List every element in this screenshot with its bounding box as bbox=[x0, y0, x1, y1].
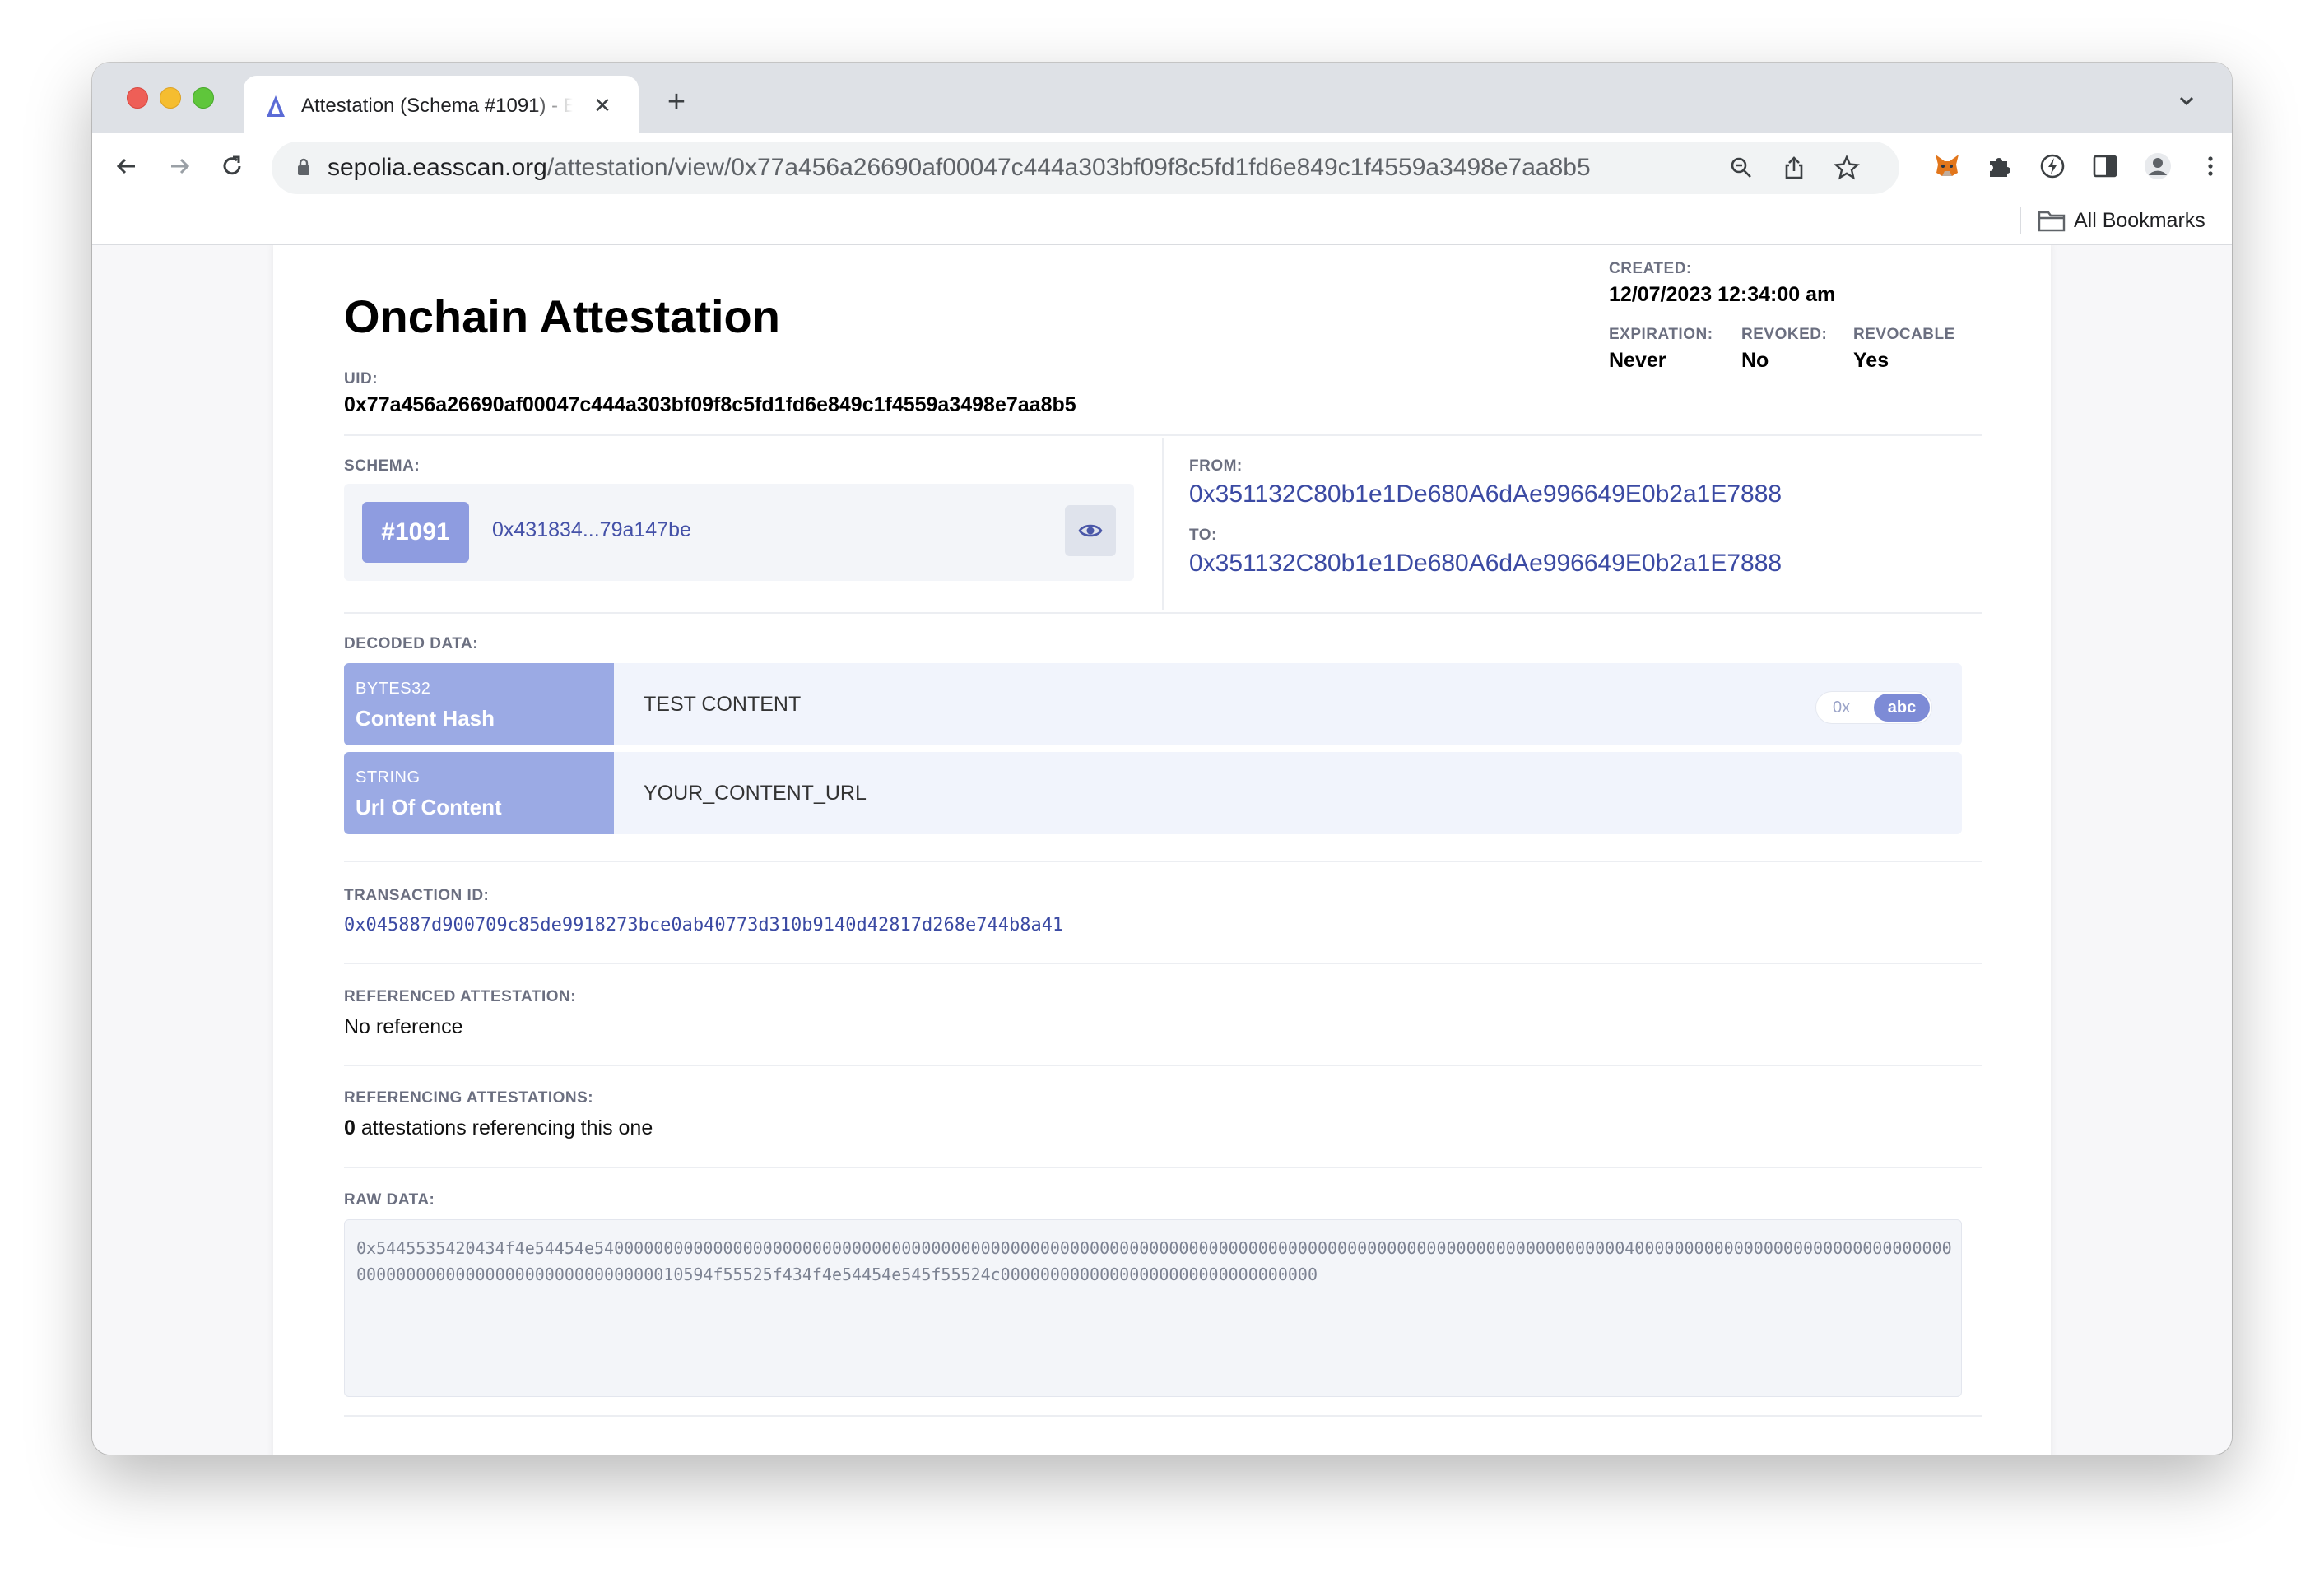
column-divider bbox=[1162, 438, 1164, 610]
eas-favicon bbox=[267, 95, 285, 117]
hex-text-toggle[interactable]: 0x abc bbox=[1815, 691, 1932, 724]
tab-strip: Attestation (Schema #1091) - EAS ✕ + bbox=[92, 63, 2232, 135]
schema-id-badge[interactable]: #1091 bbox=[362, 502, 469, 563]
uid-label: UID: bbox=[344, 370, 379, 388]
url-text[interactable]: sepolia.easscan.org/attestation/view/0x7… bbox=[328, 153, 1591, 183]
referencing-count: 0 bbox=[344, 1116, 356, 1139]
referencing-attestations-value: 0 attestations referencing this one bbox=[344, 1116, 653, 1140]
all-bookmarks-link[interactable]: All Bookmarks bbox=[2074, 207, 2205, 234]
divider bbox=[344, 434, 1982, 436]
browser-toolbar: sepolia.easscan.org/attestation/view/0x7… bbox=[92, 133, 2232, 199]
field-type: STRING bbox=[356, 768, 421, 787]
created-label: CREATED: bbox=[1609, 260, 1692, 277]
divider bbox=[344, 1065, 1982, 1066]
decoded-row-url-of-content: STRING Url Of Content YOUR_CONTENT_URL bbox=[344, 752, 1962, 834]
close-tab-icon[interactable]: ✕ bbox=[589, 92, 616, 118]
expiration-value: Never bbox=[1609, 349, 1666, 372]
lock-icon[interactable] bbox=[296, 158, 311, 176]
referenced-attestation-label: REFERENCED ATTESTATION: bbox=[344, 988, 577, 1005]
raw-data-label: RAW DATA: bbox=[344, 1191, 435, 1209]
forward-arrow-icon[interactable] bbox=[163, 150, 196, 183]
decoded-data-label: DECODED DATA: bbox=[344, 635, 479, 652]
url-host: sepolia.easscan.org bbox=[328, 154, 547, 181]
browser-window: Attestation (Schema #1091) - EAS ✕ + sep… bbox=[92, 63, 2232, 1455]
chevron-down-icon[interactable] bbox=[2174, 89, 2199, 114]
toggle-abc-option[interactable]: abc bbox=[1874, 694, 1930, 722]
field-name: Content Hash bbox=[356, 706, 495, 731]
folder-icon[interactable] bbox=[2038, 209, 2066, 232]
type-cell: STRING Url Of Content bbox=[344, 752, 614, 834]
share-icon[interactable] bbox=[1781, 155, 1807, 181]
uid-value: 0x77a456a26690af00047c444a303bf09f8c5fd1… bbox=[344, 393, 1076, 416]
schema-label: SCHEMA: bbox=[344, 457, 421, 475]
view-schema-button[interactable] bbox=[1065, 505, 1116, 556]
referenced-attestation-value: No reference bbox=[344, 1015, 463, 1038]
side-panel-icon[interactable] bbox=[2090, 151, 2120, 181]
bookmarks-divider bbox=[2020, 207, 2021, 234]
tab-attestation[interactable]: Attestation (Schema #1091) - EAS ✕ bbox=[244, 76, 639, 135]
divider bbox=[344, 963, 1982, 964]
divider bbox=[344, 1167, 1982, 1168]
schema-hash-link[interactable]: 0x431834...79a147be bbox=[492, 518, 691, 542]
maximize-window-button[interactable] bbox=[193, 87, 214, 109]
revoked-label: REVOKED: bbox=[1741, 326, 1828, 343]
divider bbox=[344, 1415, 1982, 1417]
close-window-button[interactable] bbox=[127, 87, 148, 109]
divider bbox=[344, 612, 1982, 614]
toggle-hex-option[interactable]: 0x bbox=[1833, 692, 1850, 723]
attestation-card: Onchain Attestation UID: 0x77a456a26690a… bbox=[273, 245, 2051, 1455]
field-value: TEST CONTENT bbox=[644, 693, 802, 716]
referencing-attestations-label: REFERENCING ATTESTATIONS: bbox=[344, 1089, 594, 1107]
to-address-link[interactable]: 0x351132C80b1e1De680A6dAe996649E0b2a1E78… bbox=[1189, 550, 1782, 578]
eye-icon bbox=[1078, 524, 1103, 537]
star-icon[interactable] bbox=[1834, 155, 1860, 181]
type-cell: BYTES32 Content Hash bbox=[344, 663, 614, 745]
zoom-icon[interactable] bbox=[1728, 155, 1755, 181]
metamask-icon[interactable] bbox=[1932, 151, 1962, 181]
schema-box: #1091 0x431834...79a147be bbox=[344, 484, 1134, 581]
from-label: FROM: bbox=[1189, 457, 1243, 475]
revocable-label: REVOCABLE bbox=[1853, 326, 1955, 343]
raw-data-value: 0x5445535420434f4e54454e5400000000000000… bbox=[356, 1238, 1952, 1284]
field-name: Url Of Content bbox=[356, 795, 502, 819]
field-type: BYTES32 bbox=[356, 680, 431, 698]
from-address-link[interactable]: 0x351132C80b1e1De680A6dAe996649E0b2a1E78… bbox=[1189, 480, 1782, 508]
divider bbox=[344, 861, 1982, 862]
menu-icon[interactable] bbox=[2196, 151, 2225, 181]
transaction-id-label: TRANSACTION ID: bbox=[344, 887, 490, 904]
minimize-window-button[interactable] bbox=[160, 87, 181, 109]
expiration-label: EXPIRATION: bbox=[1609, 326, 1713, 343]
new-tab-button[interactable]: + bbox=[660, 86, 693, 118]
tab-title: Attestation (Schema #1091) - EAS bbox=[301, 95, 573, 117]
url-path: /attestation/view/0x77a456a26690af00047c… bbox=[546, 154, 1591, 181]
extensions-icon[interactable] bbox=[1985, 151, 2015, 181]
bookmarks-bar: All Bookmarks bbox=[92, 199, 2232, 245]
reload-icon[interactable] bbox=[216, 150, 249, 183]
revocable-value: Yes bbox=[1853, 349, 1889, 372]
back-arrow-icon[interactable] bbox=[110, 150, 143, 183]
profile-icon[interactable] bbox=[2143, 151, 2173, 181]
created-value: 12/07/2023 12:34:00 am bbox=[1609, 283, 1836, 306]
revoked-value: No bbox=[1741, 349, 1769, 372]
page-title: Onchain Attestation bbox=[344, 290, 780, 342]
referencing-suffix: attestations referencing this one bbox=[355, 1116, 653, 1139]
address-bar[interactable]: sepolia.easscan.org/attestation/view/0x7… bbox=[272, 142, 1899, 194]
transaction-id-link[interactable]: 0x045887d900709c85de9918273bce0ab40773d3… bbox=[344, 915, 1063, 935]
extension-bolt-icon[interactable] bbox=[2038, 151, 2067, 181]
decoded-row-content-hash: BYTES32 Content Hash TEST CONTENT 0x abc bbox=[344, 663, 1962, 745]
to-label: TO: bbox=[1189, 527, 1217, 544]
page-viewport[interactable]: Onchain Attestation UID: 0x77a456a26690a… bbox=[92, 245, 2232, 1455]
field-value: YOUR_CONTENT_URL bbox=[644, 782, 867, 805]
raw-data-box[interactable]: 0x5445535420434f4e54454e5400000000000000… bbox=[344, 1219, 1962, 1397]
